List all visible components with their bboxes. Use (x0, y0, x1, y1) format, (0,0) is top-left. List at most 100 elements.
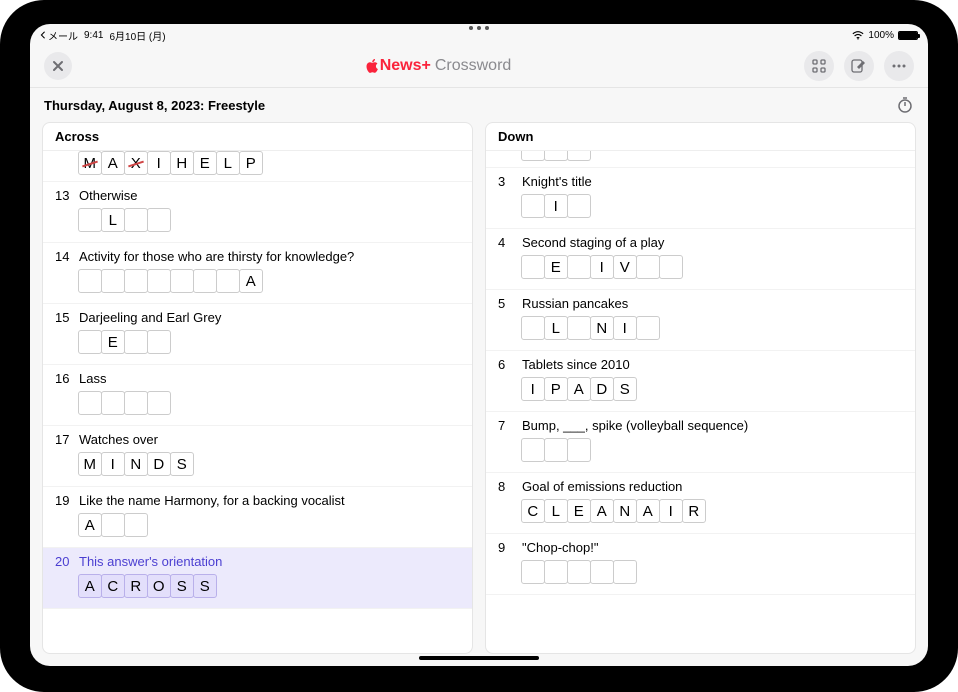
down-clue[interactable]: 5Russian pancakesLNI (486, 290, 915, 351)
letter-cell[interactable] (544, 438, 568, 462)
letter-cell[interactable] (544, 560, 568, 584)
letter-cell[interactable]: I (521, 377, 545, 401)
letter-cell[interactable]: P (544, 377, 568, 401)
letter-cell[interactable]: N (613, 499, 637, 523)
across-clue[interactable]: 13OtherwiseL (43, 182, 472, 243)
home-indicator[interactable] (419, 656, 539, 660)
down-clue[interactable]: 8Goal of emissions reductionCLEANAIR (486, 473, 915, 534)
letter-cell[interactable]: A (239, 269, 263, 293)
letter-cell[interactable]: S (193, 574, 217, 598)
edit-grid-button[interactable] (844, 51, 874, 81)
letter-cell[interactable] (78, 330, 102, 354)
letter-cell[interactable] (521, 560, 545, 584)
across-clue[interactable]: 20This answer's orientationACROSS (43, 548, 472, 609)
across-clue[interactable]: 19Like the name Harmony, for a backing v… (43, 487, 472, 548)
letter-cell[interactable]: E (101, 330, 125, 354)
letter-cell[interactable]: S (613, 377, 637, 401)
letter-cell[interactable] (124, 208, 148, 232)
back-to-app[interactable]: メール (40, 28, 78, 43)
letter-cell[interactable]: I (147, 151, 171, 175)
letter-cell[interactable]: X (124, 151, 148, 175)
letter-cell[interactable]: A (590, 499, 614, 523)
across-list[interactable]: MAXIHELP13OtherwiseL14Activity for those… (43, 151, 472, 653)
across-clue[interactable]: 14Activity for those who are thirsty for… (43, 243, 472, 304)
letter-cell[interactable] (521, 151, 545, 161)
letter-cell[interactable] (147, 269, 171, 293)
letter-cell[interactable]: A (101, 151, 125, 175)
letter-cell[interactable]: M (78, 151, 102, 175)
letter-cell[interactable] (101, 513, 125, 537)
letter-cell[interactable] (78, 391, 102, 415)
letter-cell[interactable] (521, 194, 545, 218)
letter-cell[interactable] (521, 438, 545, 462)
letter-cell[interactable] (124, 269, 148, 293)
across-clue[interactable]: 17Watches overMINDS (43, 426, 472, 487)
down-list[interactable]: 3Knight's titleI4Second staging of a pla… (486, 151, 915, 653)
letter-cell[interactable]: S (170, 574, 194, 598)
letter-cell[interactable] (567, 560, 591, 584)
down-clue[interactable]: 9"Chop-chop!" (486, 534, 915, 595)
close-button[interactable] (44, 52, 72, 80)
letter-cell[interactable]: R (682, 499, 706, 523)
letter-cell[interactable]: C (521, 499, 545, 523)
letter-cell[interactable]: A (567, 377, 591, 401)
letter-cell[interactable]: I (659, 499, 683, 523)
letter-cell[interactable] (101, 269, 125, 293)
letter-cell[interactable] (659, 255, 683, 279)
grid-button[interactable] (804, 51, 834, 81)
across-clue[interactable]: 16Lass (43, 365, 472, 426)
letter-cell[interactable]: R (124, 574, 148, 598)
letter-cell[interactable]: M (78, 452, 102, 476)
letter-cell[interactable] (636, 255, 660, 279)
letter-cell[interactable] (147, 208, 171, 232)
letter-cell[interactable]: D (590, 377, 614, 401)
letter-cell[interactable] (521, 316, 545, 340)
letter-cell[interactable] (567, 438, 591, 462)
letter-cell[interactable]: A (78, 513, 102, 537)
letter-cell[interactable] (567, 255, 591, 279)
letter-cell[interactable]: H (170, 151, 194, 175)
down-clue[interactable]: 4Second staging of a playEIV (486, 229, 915, 290)
letter-cell[interactable]: I (590, 255, 614, 279)
letter-cell[interactable]: V (613, 255, 637, 279)
letter-cell[interactable] (170, 269, 194, 293)
down-clue[interactable]: 7Bump, ___, spike (volleyball sequence) (486, 412, 915, 473)
down-clue[interactable]: 3Knight's titleI (486, 168, 915, 229)
down-clue[interactable]: 6Tablets since 2010IPADS (486, 351, 915, 412)
letter-cell[interactable]: A (78, 574, 102, 598)
letter-cell[interactable]: I (544, 194, 568, 218)
letter-cell[interactable] (124, 330, 148, 354)
letter-cell[interactable] (590, 560, 614, 584)
letter-cell[interactable] (567, 194, 591, 218)
letter-cell[interactable]: E (567, 499, 591, 523)
letter-cell[interactable] (636, 316, 660, 340)
letter-cell[interactable] (78, 208, 102, 232)
letter-cell[interactable] (613, 560, 637, 584)
letter-cell[interactable]: C (101, 574, 125, 598)
timer-icon[interactable] (896, 96, 914, 114)
across-clue[interactable]: MAXIHELP (43, 151, 472, 182)
letter-cell[interactable] (124, 391, 148, 415)
letter-cell[interactable]: I (613, 316, 637, 340)
letter-cell[interactable] (216, 269, 240, 293)
letter-cell[interactable]: L (101, 208, 125, 232)
letter-cell[interactable] (78, 269, 102, 293)
letter-cell[interactable] (147, 330, 171, 354)
letter-cell[interactable]: E (544, 255, 568, 279)
letter-cell[interactable]: P (239, 151, 263, 175)
letter-cell[interactable] (521, 255, 545, 279)
letter-cell[interactable]: O (147, 574, 171, 598)
letter-cell[interactable]: S (170, 452, 194, 476)
letter-cell[interactable] (193, 269, 217, 293)
letter-cell[interactable]: N (590, 316, 614, 340)
more-button[interactable] (884, 51, 914, 81)
letter-cell[interactable] (101, 391, 125, 415)
letter-cell[interactable]: E (193, 151, 217, 175)
letter-cell[interactable]: A (636, 499, 660, 523)
letter-cell[interactable]: L (216, 151, 240, 175)
letter-cell[interactable] (567, 151, 591, 161)
letter-cell[interactable] (567, 316, 591, 340)
letter-cell[interactable]: L (544, 316, 568, 340)
down-clue[interactable] (486, 151, 915, 168)
letter-cell[interactable] (147, 391, 171, 415)
